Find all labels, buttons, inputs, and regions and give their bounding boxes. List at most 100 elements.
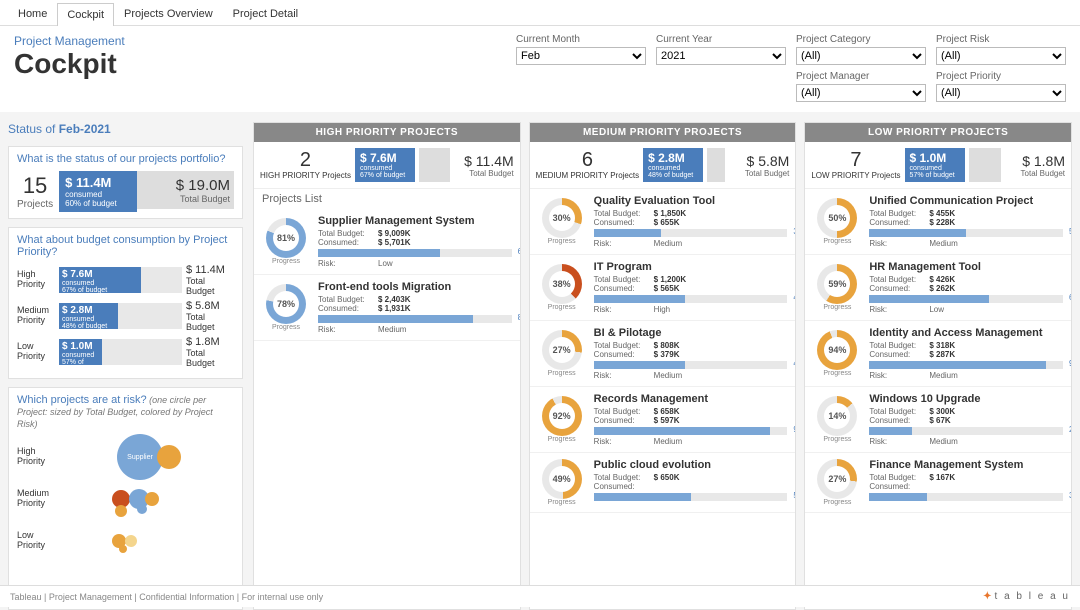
plus-icon: ✦ <box>983 591 991 602</box>
priority-column: HIGH PRIORITY PROJECTS 2HIGH PRIORITY Pr… <box>253 122 521 610</box>
portfolio-question: What is the status of our projects portf… <box>17 153 234 165</box>
progress-donut: 59% <box>817 264 857 304</box>
project-name: HR Management Tool <box>869 261 1063 273</box>
filter-category[interactable]: (All) <box>796 47 926 65</box>
budget-row: Medium Priority $ 2.8Mconsumed48% of bud… <box>17 300 234 332</box>
bubble-chart[interactable]: High PrioritySupplierMedium PriorityLow … <box>17 436 234 566</box>
project-item[interactable]: 59% Progress HR Management Tool Total Bu… <box>805 255 1071 321</box>
project-item[interactable]: 27% Progress BI & Pilotage Total Budget:… <box>530 321 796 387</box>
progress-bar: 91% <box>594 427 788 435</box>
header: Project Management Cockpit Current Month… <box>0 26 1080 112</box>
project-name: IT Program <box>594 261 788 273</box>
project-item[interactable]: 38% Progress IT Program Total Budget:$ 1… <box>530 255 796 321</box>
project-name: Unified Communication Project <box>869 195 1063 207</box>
priority-column: LOW PRIORITY PROJECTS 7LOW PRIORITY Proj… <box>804 122 1072 610</box>
bubble[interactable] <box>145 492 159 506</box>
progress-bar: 47% <box>594 295 788 303</box>
progress-donut: 27% <box>542 330 582 370</box>
filter-month[interactable]: Feb <box>516 47 646 65</box>
progress-donut: 78% <box>266 284 306 324</box>
progress-donut: 27% <box>817 459 857 499</box>
page-title: Cockpit <box>14 48 125 80</box>
portfolio-panel: What is the status of our projects portf… <box>8 146 243 219</box>
column-header: HIGH PRIORITY PROJECTS <box>254 123 520 142</box>
progress-donut: 49% <box>542 459 582 499</box>
project-item[interactable]: 14% Progress Windows 10 Upgrade Total Bu… <box>805 387 1071 453</box>
filter-label-manager: Project Manager <box>796 71 926 82</box>
tab-projects-overview[interactable]: Projects Overview <box>114 2 223 25</box>
column-header: LOW PRIORITY PROJECTS <box>805 123 1071 142</box>
project-name: Quality Evaluation Tool <box>594 195 788 207</box>
left-column: Status of Feb-2021 What is the status of… <box>8 122 243 610</box>
project-item[interactable]: 27% Progress Finance Management System T… <box>805 453 1071 513</box>
title-block: Project Management Cockpit <box>14 34 125 102</box>
filter-grid: Current Month Feb Current Year 2021 Project … <box>516 34 1066 102</box>
budget-row: Low Priority $ 1.0Mconsumed57% of budget… <box>17 336 234 368</box>
project-item[interactable]: 49% Progress Public cloud evolution Tota… <box>530 453 796 513</box>
budget-question: What about budget consumption by Project… <box>17 234 234 258</box>
status-line: Status of Feb-2021 <box>8 122 243 136</box>
projects-list-title: Projects List <box>254 189 520 209</box>
progress-donut: 92% <box>542 396 582 436</box>
column-header: MEDIUM PRIORITY PROJECTS <box>530 123 796 142</box>
progress-bar: 62% <box>869 295 1063 303</box>
tab-project-detail[interactable]: Project Detail <box>223 2 308 25</box>
filter-label-category: Project Category <box>796 34 926 45</box>
project-item[interactable]: 50% Progress Unified Communication Proje… <box>805 189 1071 255</box>
consumed-block: $ 11.4M consumed 60% of budget <box>59 171 137 212</box>
progress-donut: 30% <box>542 198 582 238</box>
budget-bar: $ 19.0M Total Budget <box>137 171 234 209</box>
bubble[interactable] <box>115 505 127 517</box>
project-count: 15 Projects <box>17 173 53 210</box>
priority-columns: HIGH PRIORITY PROJECTS 2HIGH PRIORITY Pr… <box>253 122 1072 610</box>
project-name: Supplier Management System <box>318 215 512 227</box>
project-name: Public cloud evolution <box>594 459 788 471</box>
filter-label-year: Current Year <box>656 34 786 45</box>
filter-risk[interactable]: (All) <box>936 47 1066 65</box>
project-name: BI & Pilotage <box>594 327 788 339</box>
progress-bar: 22% <box>869 427 1063 435</box>
footer-text: Tableau | Project Management | Confident… <box>10 592 323 602</box>
footer: Tableau | Project Management | Confident… <box>0 585 1080 607</box>
filter-label-risk: Project Risk <box>936 34 1066 45</box>
budget-row: High Priority $ 7.6Mconsumed67% of budge… <box>17 264 234 296</box>
project-name: Identity and Access Management <box>869 327 1063 339</box>
progress-donut: 50% <box>817 198 857 238</box>
progress-donut: 94% <box>817 330 857 370</box>
progress-bar: 50% <box>869 229 1063 237</box>
budget-panel: What about budget consumption by Project… <box>8 227 243 379</box>
bubble[interactable] <box>137 504 147 514</box>
progress-bar: 50% <box>594 493 788 501</box>
project-item[interactable]: 92% Progress Records Management Total Bu… <box>530 387 796 453</box>
priority-column: MEDIUM PRIORITY PROJECTS 6MEDIUM PRIORIT… <box>529 122 797 610</box>
progress-bar: 35% <box>594 229 788 237</box>
progress-donut: 14% <box>817 396 857 436</box>
tab-cockpit[interactable]: Cockpit <box>57 3 114 26</box>
project-item[interactable]: 30% Progress Quality Evaluation Tool Tot… <box>530 189 796 255</box>
filter-label-month: Current Month <box>516 34 646 45</box>
progress-donut: 38% <box>542 264 582 304</box>
progress-bar: 80% <box>318 315 512 323</box>
risk-panel: Which projects are at risk? (one circle … <box>8 387 243 610</box>
filter-label-priority: Project Priority <box>936 71 1066 82</box>
bubble[interactable] <box>157 445 181 469</box>
bubble[interactable] <box>119 545 127 553</box>
progress-bar: 91% <box>869 361 1063 369</box>
filter-manager[interactable]: (All) <box>796 84 926 102</box>
risk-question: Which projects are at risk? (one circle … <box>17 394 234 430</box>
filter-year[interactable]: 2021 <box>656 47 786 65</box>
project-item[interactable]: 81% Progress Supplier Management System … <box>254 209 520 275</box>
project-name: Finance Management System <box>869 459 1063 471</box>
page-subtitle: Project Management <box>14 34 125 48</box>
tab-bar: HomeCockpitProjects OverviewProject Deta… <box>0 0 1080 26</box>
progress-bar: 63% <box>318 249 512 257</box>
filter-priority[interactable]: (All) <box>936 84 1066 102</box>
project-item[interactable]: 78% Progress Front-end tools Migration T… <box>254 275 520 341</box>
progress-donut: 81% <box>266 218 306 258</box>
content: Status of Feb-2021 What is the status of… <box>0 112 1080 610</box>
project-name: Windows 10 Upgrade <box>869 393 1063 405</box>
tab-home[interactable]: Home <box>8 2 57 25</box>
project-name: Front-end tools Migration <box>318 281 512 293</box>
project-item[interactable]: 94% Progress Identity and Access Managem… <box>805 321 1071 387</box>
bubble[interactable] <box>125 535 137 547</box>
